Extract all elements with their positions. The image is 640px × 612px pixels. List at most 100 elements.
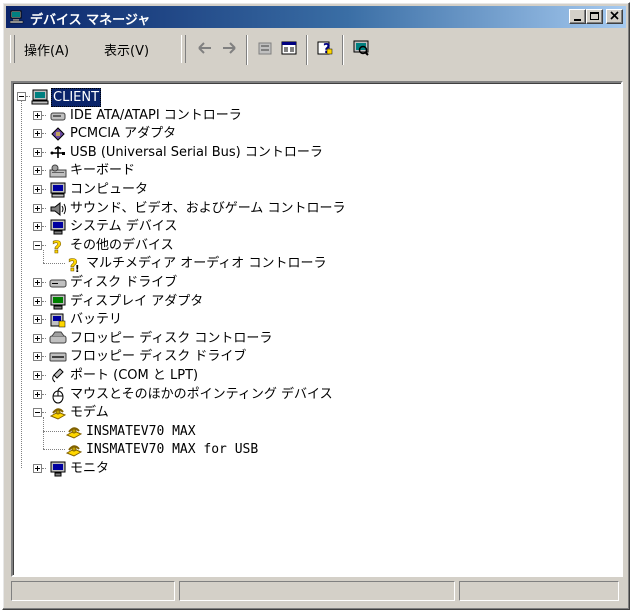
tree-item-label: コンピュータ: [70, 182, 149, 197]
tree-item[interactable]: マウスとそのほかのポインティング デバイス: [13, 385, 613, 405]
tree-item[interactable]: ディスク ドライブ: [13, 273, 613, 293]
properties-icon: [258, 42, 272, 55]
title-bar[interactable]: デバイス マネージャ: [6, 6, 626, 28]
expand-icon[interactable]: [33, 185, 42, 194]
system-device-icon: [50, 219, 66, 235]
warning-device-icon: ?!: [68, 256, 80, 273]
expand-icon[interactable]: [33, 371, 42, 380]
tree-connector: [43, 449, 65, 451]
collapse-icon[interactable]: [17, 92, 26, 101]
tree-item[interactable]: ポート (COM と LPT): [13, 366, 613, 386]
speaker-icon: [50, 201, 66, 216]
tree-connector: [43, 417, 44, 450]
collapse-icon[interactable]: [33, 240, 42, 250]
root-label: CLIENT: [51, 88, 102, 107]
tree-connector: [43, 249, 44, 264]
tree-item[interactable]: PCMCIA アダプタ: [13, 124, 613, 144]
port-icon: [52, 368, 64, 383]
expand-icon[interactable]: [33, 110, 42, 120]
device-manager-icon: [10, 10, 24, 24]
toolbar-grip: [181, 35, 186, 63]
expand-icon[interactable]: [33, 147, 42, 157]
tree-item-label: サウンド、ビデオ、およびゲーム コントローラ: [70, 200, 346, 216]
tree-item[interactable]: サウンド、ビデオ、およびゲーム コントローラ: [13, 199, 613, 219]
tree-connector: [43, 263, 65, 265]
status-pane: [179, 581, 455, 601]
forward-button[interactable]: [218, 37, 240, 59]
tree-item[interactable]: USB (Universal Serial Bus) コントローラ: [13, 143, 613, 163]
tree-item-label: モニタ: [70, 461, 110, 476]
tree-item[interactable]: IDE ATA/ATAPI コントローラ: [13, 106, 613, 126]
tree-connector: [42, 189, 46, 190]
device-tree[interactable]: CLIENT IDE ATA/ATAPI コントローラ PCMCIA アダプタ USB…: [11, 81, 623, 577]
device-manager-window: デバイス マネージャ 操作(A) 表示(V) ?: [2, 2, 630, 610]
close-button[interactable]: [606, 9, 623, 24]
root-computer-icon: [31, 89, 49, 105]
back-button[interactable]: [194, 37, 216, 59]
status-pane: [459, 581, 619, 601]
maximize-button[interactable]: [586, 9, 603, 24]
scan-hardware-icon: [353, 40, 369, 56]
window-title: デバイス マネージャ: [30, 13, 151, 28]
tree-connector: [42, 133, 46, 135]
tree-item[interactable]: コンピュータ: [13, 180, 613, 200]
tree-item-label: その他のデバイス: [70, 237, 174, 253]
modem-icon: [65, 445, 83, 457]
close-icon: [610, 11, 619, 20]
tree-item[interactable]: ディスプレイ アダプタ: [13, 292, 613, 312]
tree-connector: [26, 96, 30, 97]
computer-icon: [50, 182, 66, 198]
expand-icon[interactable]: [33, 464, 42, 473]
tree-item-label: フロッピー ディスク コントローラ: [70, 330, 273, 346]
modem-icon: [49, 408, 67, 420]
unknown-device-icon: ?: [52, 237, 62, 254]
expand-icon[interactable]: [33, 315, 42, 325]
tree-item[interactable]: バッテリ: [13, 310, 613, 330]
tree-root-client[interactable]: CLIENT: [13, 87, 613, 107]
tree-connector: [42, 337, 46, 339]
tree-item[interactable]: システム デバイス: [13, 217, 613, 237]
expand-icon[interactable]: [33, 203, 42, 213]
tree-item-label: モデム: [70, 405, 109, 421]
tree-child-item[interactable]: INSMATEV70 MAX: [13, 422, 613, 442]
toolbar-separator: [246, 35, 248, 65]
expand-icon[interactable]: [33, 389, 42, 399]
expand-icon[interactable]: [33, 296, 42, 306]
tree-connector: [42, 300, 46, 302]
tree-item[interactable]: モデム: [13, 403, 613, 423]
tree-item[interactable]: キーボード: [13, 161, 613, 181]
expand-icon[interactable]: [33, 333, 42, 343]
tree-child-item[interactable]: ?! マルチメディア オーディオ コントローラ: [13, 254, 613, 274]
expand-icon[interactable]: [33, 278, 42, 287]
menu-action[interactable]: 操作(A): [24, 40, 69, 59]
floppy-drive-icon: [49, 352, 67, 362]
tree-connector: [42, 356, 46, 358]
tree-item[interactable]: フロッピー ディスク ドライブ: [13, 347, 613, 367]
tree-item[interactable]: モニタ: [13, 459, 613, 479]
tree-connector: [42, 207, 46, 209]
tree-item-label: ディスプレイ アダプタ: [70, 293, 204, 309]
view-button[interactable]: [278, 37, 300, 59]
status-pane: [11, 581, 175, 601]
scan-hardware-button[interactable]: [350, 37, 372, 59]
keyboard-icon: [49, 164, 67, 178]
expand-icon[interactable]: [33, 129, 42, 139]
help-button[interactable]: ?: [314, 37, 336, 59]
collapse-icon[interactable]: [33, 408, 42, 418]
tree-item-label: フロッピー ディスク ドライブ: [70, 349, 247, 365]
expand-icon[interactable]: [33, 222, 42, 232]
tree-child-item[interactable]: INSMATEV70 MAX for USB: [13, 440, 613, 460]
tree-connector: [42, 282, 46, 283]
menu-view[interactable]: 表示(V): [104, 40, 149, 59]
minimize-button[interactable]: [569, 9, 586, 24]
tree-item[interactable]: ? その他のデバイス: [13, 236, 613, 256]
expand-icon[interactable]: [33, 166, 42, 176]
tree-item-label: ディスク ドライブ: [70, 275, 178, 290]
tree-item-label: マウスとそのほかのポインティング デバイス: [70, 386, 333, 402]
view-icon: [281, 41, 297, 55]
properties-button[interactable]: [254, 37, 276, 59]
expand-icon[interactable]: [33, 352, 42, 362]
battery-icon: [50, 313, 66, 328]
tree-item-label: キーボード: [70, 163, 136, 179]
tree-item[interactable]: フロッピー ディスク コントローラ: [13, 329, 613, 349]
